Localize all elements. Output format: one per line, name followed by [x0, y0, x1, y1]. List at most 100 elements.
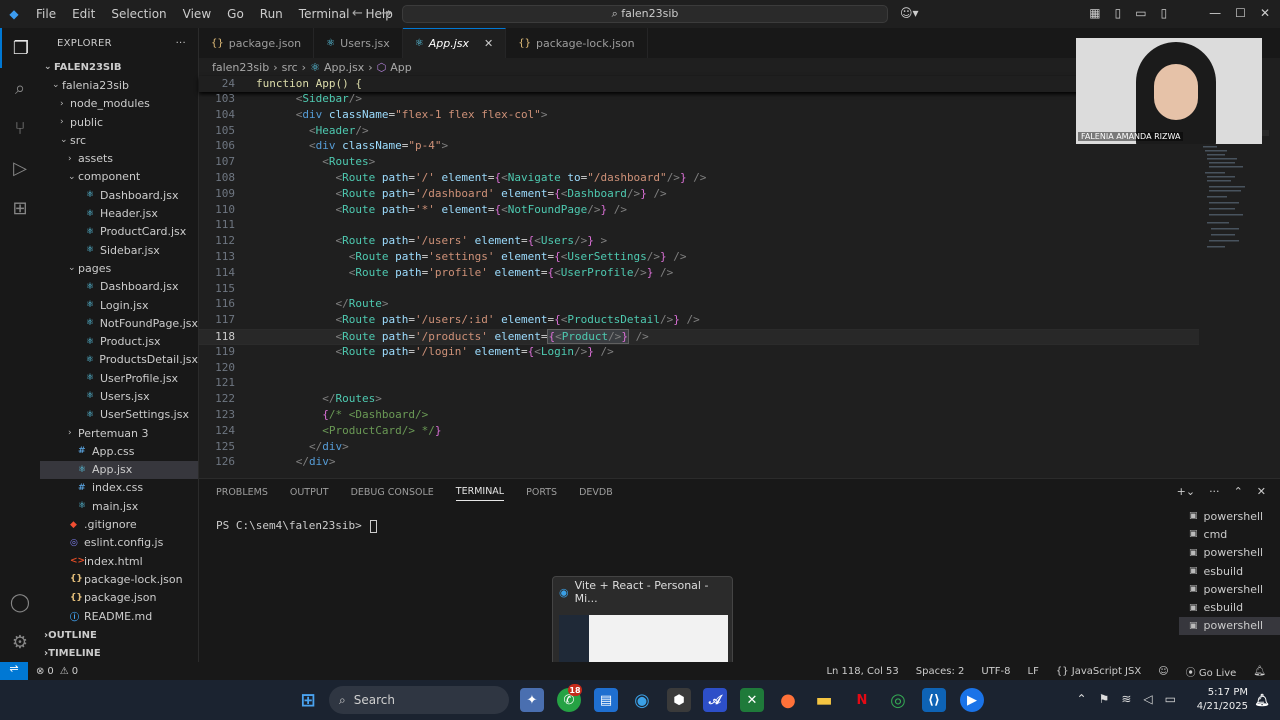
menu-view[interactable]: View: [175, 7, 219, 21]
code-line[interactable]: 125 </div>: [199, 440, 1199, 456]
explorer-icon[interactable]: ❐: [0, 28, 40, 68]
code-line[interactable]: 123 {/* <Dashboard/>: [199, 408, 1199, 424]
end-of-line[interactable]: LF: [1028, 666, 1039, 677]
vscode-taskbar-icon[interactable]: ⟨⟩: [922, 688, 946, 712]
volume-icon[interactable]: ◁: [1143, 692, 1152, 706]
tree-file[interactable]: # index.css: [40, 479, 198, 497]
more-actions-icon[interactable]: ···: [176, 38, 186, 49]
tree-folder[interactable]: ⌄ src: [40, 131, 198, 149]
tree-file[interactable]: ⚛ NotFoundPage.jsx: [40, 314, 198, 332]
tab-package-lock-json[interactable]: {} package-lock.json: [506, 28, 648, 58]
tree-file[interactable]: ⚛ UserProfile.jsx: [40, 369, 198, 387]
tree-file[interactable]: ⚛ Login.jsx: [40, 296, 198, 314]
account-icon[interactable]: ◯: [0, 582, 40, 622]
sticky-scroll-line[interactable]: 24 function App() {: [199, 76, 1199, 92]
terminal-instance[interactable]: ▣ esbuild: [1179, 562, 1280, 580]
code-line[interactable]: 120: [199, 361, 1199, 377]
new-terminal-icon[interactable]: +⌄: [1177, 485, 1195, 498]
close-panel-icon[interactable]: ✕: [1257, 485, 1266, 498]
chrome-icon[interactable]: ◎: [886, 688, 910, 712]
tray-app-icon[interactable]: ⚑: [1099, 692, 1110, 706]
maximize-icon[interactable]: ☐: [1235, 6, 1246, 20]
breadcrumb-item[interactable]: falen23sib: [212, 61, 269, 74]
extensions-icon[interactable]: ⊞: [0, 188, 40, 228]
taskbar-search[interactable]: ⌕ Search: [329, 686, 509, 714]
vertical-scrollbar[interactable]: [1269, 76, 1280, 478]
tree-folder[interactable]: ⌄ falenia23sib: [40, 76, 198, 94]
run-debug-icon[interactable]: ▷: [0, 148, 40, 188]
tree-file[interactable]: {} package-lock.json: [40, 570, 198, 588]
code-line[interactable]: 108 <Route path='/' element={<Navigate t…: [199, 171, 1199, 187]
terminal-instance[interactable]: ▣ cmd: [1179, 525, 1280, 543]
tab-debug-console[interactable]: DEBUG CONSOLE: [351, 487, 434, 498]
tree-file[interactable]: ⚛ UserSettings.jsx: [40, 406, 198, 424]
code-line[interactable]: 103 <Sidebar/>: [199, 92, 1199, 108]
tree-file[interactable]: ⚛ main.jsx: [40, 497, 198, 515]
tree-file[interactable]: <> index.html: [40, 552, 198, 570]
more-actions-icon[interactable]: ···: [1209, 485, 1220, 498]
tree-file[interactable]: ⚛ Sidebar.jsx: [40, 241, 198, 259]
maximize-panel-icon[interactable]: ⌃: [1234, 485, 1243, 498]
settings-gear-icon[interactable]: ⚙: [0, 622, 40, 662]
tree-folder[interactable]: › assets: [40, 149, 198, 167]
toggle-secondary-sidebar-icon[interactable]: ▯: [1161, 6, 1168, 20]
wifi-icon[interactable]: ≋: [1121, 692, 1131, 706]
breadcrumb-item[interactable]: App: [390, 61, 412, 74]
error-count[interactable]: 0: [47, 666, 53, 677]
copilot-app-icon[interactable]: ✦: [520, 688, 544, 712]
menu-run[interactable]: Run: [252, 7, 291, 21]
word-app-icon[interactable]: 𝒜: [703, 688, 727, 712]
code-line[interactable]: 121: [199, 376, 1199, 392]
tree-file[interactable]: ⓘ README.md: [40, 607, 198, 625]
code-line[interactable]: 119 <Route path='/login' element={<Login…: [199, 345, 1199, 361]
tree-file[interactable]: ⚛ Users.jsx: [40, 387, 198, 405]
tree-file[interactable]: # App.css: [40, 442, 198, 460]
tree-folder[interactable]: › public: [40, 113, 198, 131]
clock[interactable]: 5:17 PM 4/21/2025: [1197, 686, 1248, 714]
language-mode[interactable]: {} JavaScript JSX: [1056, 666, 1141, 677]
tab-devdb[interactable]: DEVDB: [579, 487, 613, 498]
cube-app-icon[interactable]: ⬢: [667, 688, 691, 712]
code-line[interactable]: 109 <Route path='/dashboard' element={<D…: [199, 187, 1199, 203]
copilot-icon[interactable]: ☺▾: [900, 6, 919, 20]
menu-edit[interactable]: Edit: [64, 7, 103, 21]
menu-selection[interactable]: Selection: [103, 7, 174, 21]
close-tab-icon[interactable]: ✕: [484, 37, 493, 50]
terminal-instance[interactable]: ▣ powershell: [1179, 544, 1280, 562]
errors-icon[interactable]: ⊗: [36, 666, 44, 677]
tree-file[interactable]: ⚛ Dashboard.jsx: [40, 186, 198, 204]
terminal-instance[interactable]: ▣ esbuild: [1179, 598, 1280, 616]
toggle-panel-icon[interactable]: ▭: [1135, 6, 1146, 20]
chevron-up-icon[interactable]: ⌃: [1077, 692, 1087, 706]
workspace-root[interactable]: ⌄ FALEN23SIB: [40, 58, 198, 76]
code-editor[interactable]: 103 <Sidebar/> 104 <div className="flex-1…: [199, 92, 1199, 478]
code-line[interactable]: 117 <Route path='/users/:id' element={<P…: [199, 313, 1199, 329]
command-center[interactable]: ⌕ falen23sib: [402, 5, 888, 23]
breadcrumb-item[interactable]: App.jsx: [324, 61, 364, 74]
warnings-icon[interactable]: ⚠: [60, 666, 69, 677]
minimize-icon[interactable]: —: [1209, 6, 1221, 20]
terminal-instance[interactable]: ▣ powershell: [1179, 616, 1280, 636]
search-view-icon[interactable]: ⌕: [0, 68, 40, 108]
code-line[interactable]: 116 </Route>: [199, 297, 1199, 313]
tab-problems[interactable]: PROBLEMS: [216, 487, 268, 498]
code-line[interactable]: 126 </div>: [199, 455, 1199, 471]
code-line[interactable]: 104 <div className="flex-1 flex flex-col…: [199, 108, 1199, 124]
forward-arrow-icon[interactable]: →: [381, 6, 392, 21]
tab-output[interactable]: OUTPUT: [290, 487, 329, 498]
code-line[interactable]: 118 <Route path='/products' element={<Pr…: [199, 329, 1199, 345]
timeline-section[interactable]: › TIMELINE: [40, 644, 199, 662]
toggle-sidebar-icon[interactable]: ▯: [1115, 6, 1122, 20]
code-line[interactable]: 110 <Route path='*' element={<NotFoundPa…: [199, 203, 1199, 219]
layout-icon[interactable]: ▦: [1089, 6, 1100, 20]
menu-terminal[interactable]: Terminal: [291, 7, 358, 21]
tree-file[interactable]: ⚛ ProductCard.jsx: [40, 223, 198, 241]
close-icon[interactable]: ✕: [1260, 6, 1270, 20]
zoom-icon[interactable]: ▶: [960, 688, 984, 712]
copilot-status-icon[interactable]: ☺: [1158, 666, 1168, 677]
outline-section[interactable]: › OUTLINE: [40, 626, 199, 644]
code-line[interactable]: 122 </Routes>: [199, 392, 1199, 408]
code-line[interactable]: 105 <Header/>: [199, 124, 1199, 140]
tree-file[interactable]: ◆ .gitignore: [40, 515, 198, 533]
tab-terminal[interactable]: TERMINAL: [455, 486, 505, 501]
